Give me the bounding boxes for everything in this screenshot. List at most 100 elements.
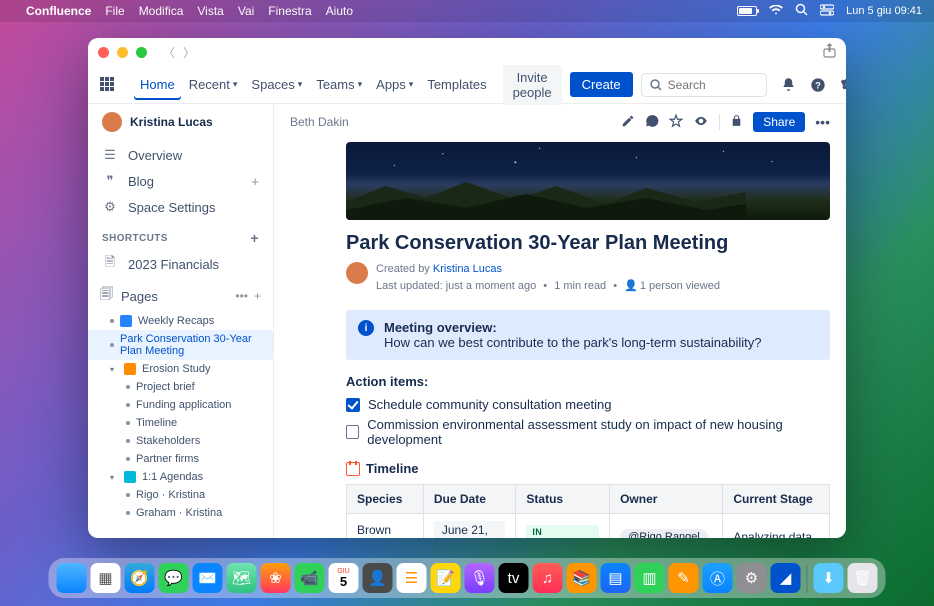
page-stakeholders[interactable]: Stakeholders — [88, 432, 273, 450]
dock-music[interactable]: ♫ — [533, 563, 563, 593]
pages-more-button[interactable]: ••• — [235, 289, 248, 303]
star-icon[interactable] — [669, 114, 683, 131]
dock-calendar[interactable]: GIU5 — [329, 563, 359, 593]
help-icon[interactable]: ? — [810, 76, 826, 94]
dock-contacts[interactable]: 👤 — [363, 563, 393, 593]
page-graham-kristina[interactable]: Graham · Kristina — [88, 504, 273, 522]
page-icon — [124, 471, 136, 483]
action-items-header: Action items: — [346, 374, 830, 389]
page-erosion-study[interactable]: ▾Erosion Study — [88, 360, 273, 378]
dock-launchpad[interactable]: ▦ — [91, 563, 121, 593]
dock-maps[interactable]: 🗺 — [227, 563, 257, 593]
author-avatar[interactable] — [346, 262, 368, 284]
macos-share-icon[interactable] — [823, 43, 836, 61]
nav-apps[interactable]: Apps▾ — [370, 73, 419, 96]
space-header[interactable]: Kristina Lucas — [88, 104, 273, 142]
dock-trash[interactable]: 🗑 — [848, 563, 878, 593]
action-item-1[interactable]: Schedule community consultation meeting — [346, 397, 830, 412]
dock-tv[interactable]: tv — [499, 563, 529, 593]
pages-header[interactable]: 🗐Pages •••+ — [88, 280, 273, 312]
invite-people-button[interactable]: Invite people — [503, 65, 562, 105]
dock-messages[interactable]: 💬 — [159, 563, 189, 593]
add-shortcut-button[interactable]: + — [250, 230, 259, 246]
search-input[interactable] — [668, 78, 758, 92]
expand-icon[interactable]: ▾ — [110, 365, 118, 374]
dock-downloads[interactable]: ⬇ — [814, 563, 844, 593]
window-minimize-button[interactable] — [117, 47, 128, 58]
menu-window[interactable]: Finestra — [268, 4, 311, 18]
spotlight-icon[interactable] — [795, 3, 808, 19]
nav-forward-button[interactable]: 〉 — [183, 44, 195, 61]
checkbox-checked-icon[interactable] — [346, 398, 360, 412]
app-switcher-icon[interactable] — [100, 77, 114, 93]
dock-appstore[interactable]: Ⓐ — [703, 563, 733, 593]
add-page-button[interactable]: + — [254, 289, 261, 303]
dock-podcasts[interactable]: 🎙 — [465, 563, 495, 593]
notifications-icon[interactable] — [781, 76, 796, 94]
nav-templates[interactable]: Templates — [421, 73, 492, 96]
create-button[interactable]: Create — [570, 72, 633, 97]
nav-teams[interactable]: Teams▾ — [310, 73, 368, 96]
global-search[interactable] — [641, 73, 767, 97]
page-park-plan-meeting[interactable]: Park Conservation 30-Year Plan Meeting — [88, 330, 273, 360]
comment-icon[interactable] — [645, 114, 659, 131]
window-close-button[interactable] — [98, 47, 109, 58]
sidebar-space-settings[interactable]: ⚙Space Settings — [88, 194, 273, 220]
checkbox-unchecked-icon[interactable] — [346, 425, 359, 439]
settings-icon[interactable] — [840, 76, 846, 94]
window-titlebar: 〈 〉 — [88, 38, 846, 66]
dock-mail[interactable]: ✉️ — [193, 563, 223, 593]
cell-stage: Analyzing data — [723, 514, 830, 539]
page-11-agendas[interactable]: ▾1:1 Agendas — [88, 468, 273, 486]
share-button[interactable]: Share — [753, 112, 805, 132]
nav-recent[interactable]: Recent▾ — [183, 73, 244, 96]
dock-finder[interactable] — [57, 563, 87, 593]
page-weekly-recaps[interactable]: Weekly Recaps — [88, 312, 273, 330]
menu-view[interactable]: Vista — [197, 4, 223, 18]
page-timeline[interactable]: Timeline — [88, 414, 273, 432]
menu-go[interactable]: Vai — [238, 4, 254, 18]
window-maximize-button[interactable] — [136, 47, 147, 58]
more-actions-icon[interactable]: ••• — [815, 114, 830, 130]
owner-mention[interactable]: @Rigo Rangel — [620, 529, 708, 538]
breadcrumb[interactable]: Beth Dakin — [290, 115, 349, 129]
control-center-icon[interactable] — [820, 4, 834, 19]
dock-books[interactable]: 📚 — [567, 563, 597, 593]
battery-icon[interactable] — [737, 6, 757, 16]
menu-edit[interactable]: Modifica — [139, 4, 184, 18]
watch-icon[interactable] — [693, 114, 709, 131]
dock-photos[interactable]: ❀ — [261, 563, 291, 593]
sidebar-overview[interactable]: ☰Overview — [88, 142, 273, 168]
dock-reminders[interactable]: ☰ — [397, 563, 427, 593]
add-blog-icon[interactable]: + — [251, 174, 259, 189]
dock-pages[interactable]: ✎ — [669, 563, 699, 593]
menubar-clock[interactable]: Lun 5 giu 09:41 — [846, 5, 922, 17]
dock-numbers[interactable]: ▥ — [635, 563, 665, 593]
dock-safari[interactable]: 🧭 — [125, 563, 155, 593]
edit-icon[interactable] — [621, 114, 635, 131]
page-funding-application[interactable]: Funding application — [88, 396, 273, 414]
dock-settings[interactable]: ⚙ — [737, 563, 767, 593]
nav-home[interactable]: Home — [134, 73, 181, 100]
app-name-menu[interactable]: Confluence — [26, 4, 91, 18]
sidebar-blog[interactable]: ❞Blog+ — [88, 168, 273, 194]
restrictions-icon[interactable] — [730, 113, 743, 131]
page-project-brief[interactable]: Project brief — [88, 378, 273, 396]
expand-icon[interactable]: ▾ — [110, 473, 118, 482]
menu-help[interactable]: Aiuto — [326, 4, 353, 18]
dock-notes[interactable]: 📝 — [431, 563, 461, 593]
page-rigo-kristina[interactable]: Rigo · Kristina — [88, 486, 273, 504]
shortcut-2023-financials[interactable]: 🗎2023 Financials — [88, 248, 273, 280]
dock-confluence[interactable]: ◢ — [771, 563, 801, 593]
table-row[interactable]: Brown BearJune 21, 2023IN PROGRESS@Rigo … — [347, 514, 830, 539]
wifi-icon[interactable] — [769, 5, 783, 18]
dock-facetime[interactable]: 📹 — [295, 563, 325, 593]
author-link[interactable]: Kristina Lucas — [433, 263, 502, 275]
action-item-2[interactable]: Commission environmental assessment stud… — [346, 417, 830, 447]
date-pill[interactable]: June 21, 2023 — [434, 521, 506, 538]
menu-file[interactable]: File — [105, 4, 124, 18]
dock-keynote[interactable]: ▤ — [601, 563, 631, 593]
page-partner-firms[interactable]: Partner firms — [88, 450, 273, 468]
nav-back-button[interactable]: 〈 — [163, 44, 175, 61]
nav-spaces[interactable]: Spaces▾ — [245, 73, 308, 96]
